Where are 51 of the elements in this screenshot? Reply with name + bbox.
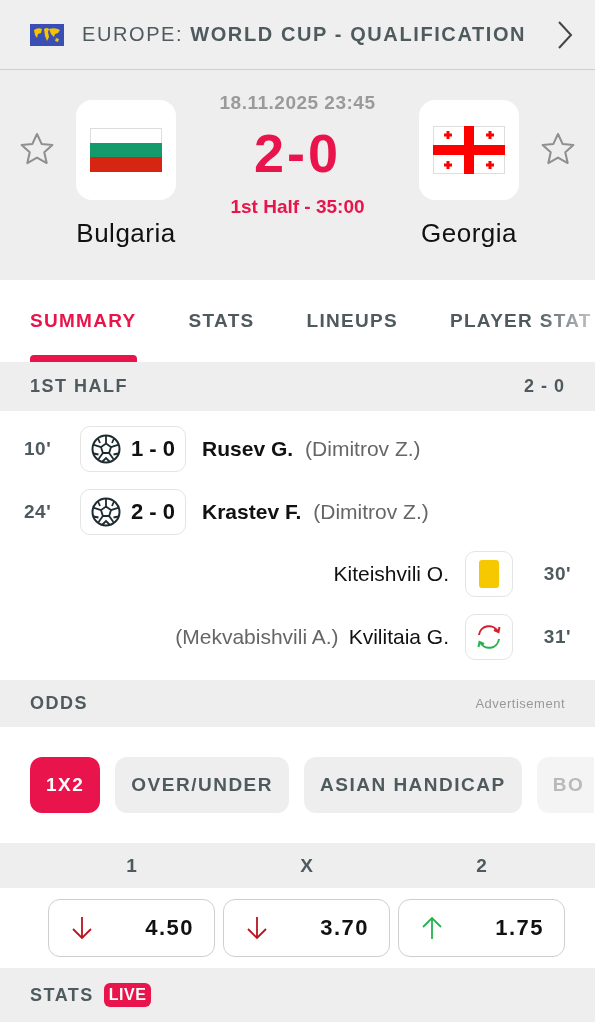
tab[interactable]: LINEUPS (306, 280, 398, 362)
match-score: 2-0 (253, 126, 341, 180)
odds-column-label: 2 (475, 854, 488, 877)
arrow-down-icon (246, 916, 268, 940)
arrow-down-icon (71, 916, 93, 940)
section-title: 1ST HALF (30, 376, 128, 397)
goal-score: 1 - 0 (131, 436, 176, 463)
tab[interactable]: SUMMARY (30, 280, 137, 362)
player-out-name[interactable]: (Mekvabishvili A.) (175, 624, 339, 649)
odds-button[interactable]: 4.50 (48, 899, 215, 957)
region-label: EUROPE: (82, 23, 184, 46)
odds-button[interactable]: 1.75 (398, 899, 565, 957)
live-badge: LIVE (103, 983, 152, 1007)
tab[interactable]: PLAYER STAT (450, 280, 592, 362)
player-name[interactable]: Kvilitaia G. (348, 624, 449, 649)
goal-score: 2 - 0 (131, 498, 176, 525)
event-minute: 30' (542, 563, 571, 586)
team-logo[interactable] (76, 100, 176, 200)
market-tab[interactable]: 1X2 (30, 757, 101, 813)
period-score: 2 - 0 (523, 376, 565, 397)
team-logo[interactable] (419, 100, 519, 200)
flag-icon (433, 126, 505, 174)
flag-icon (90, 128, 162, 172)
world-map-icon (30, 23, 64, 46)
market-tab[interactable]: ASIAN HANDICAP (304, 757, 522, 813)
match-status: 1st Half - 35:00 (230, 196, 365, 218)
card-icon (479, 560, 499, 589)
competition-title[interactable]: WORLD CUP - QUALIFICATION (190, 23, 527, 46)
odds-column-label: X (299, 854, 314, 877)
assist-name[interactable]: (Dimitrov Z.) (313, 499, 429, 524)
team-name[interactable]: Georgia (421, 218, 517, 249)
odds-column-label: 1 (125, 854, 138, 877)
soccer-ball-icon (91, 434, 121, 465)
player-name[interactable]: Kiteishvili O. (333, 562, 449, 587)
event-minute: 24' (24, 500, 53, 523)
match-datetime: 18.11.2025 23:45 (219, 92, 376, 114)
advertisement-label: Advertisement (475, 696, 565, 711)
event-minute: 31' (542, 625, 571, 648)
section-title: STATS (30, 984, 94, 1006)
player-name[interactable]: Rusev G. (202, 437, 294, 462)
chevron-right-icon[interactable] (557, 19, 573, 50)
arrow-up-icon (421, 916, 443, 940)
soccer-ball-icon (91, 496, 121, 527)
player-name[interactable]: Krastev F. (202, 499, 302, 524)
team-name[interactable]: Bulgaria (76, 218, 176, 249)
market-tab[interactable]: OVER/UNDER (115, 757, 289, 813)
assist-name[interactable]: (Dimitrov Z.) (305, 437, 421, 462)
event-minute: 10' (24, 438, 53, 461)
tab[interactable]: STATS (188, 280, 255, 362)
odds-button[interactable]: 3.70 (223, 899, 390, 957)
section-title: ODDS (30, 693, 88, 714)
